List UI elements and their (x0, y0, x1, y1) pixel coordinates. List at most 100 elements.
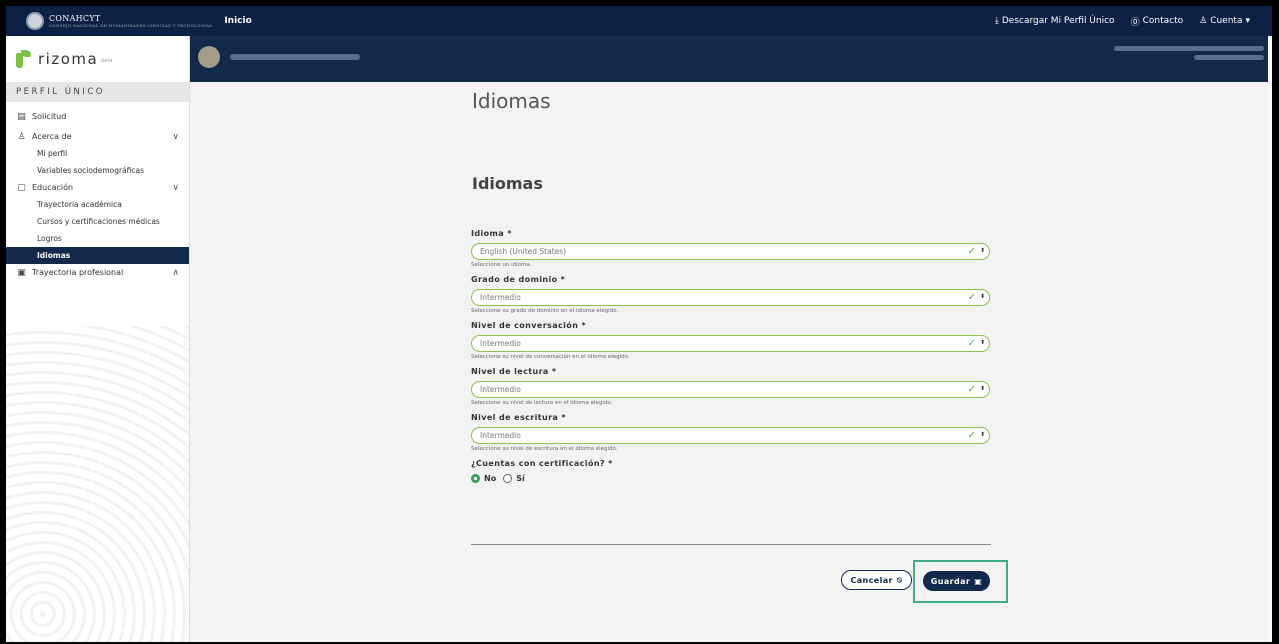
nivel-conversacion-select[interactable]: Intermedio ✓ ⬍ (471, 335, 990, 352)
helper-text: Seleccione su nivel de escritura en el i… (471, 446, 618, 452)
chevron-down-icon: ∨ (172, 131, 179, 142)
user-icon: ♙ (1199, 16, 1208, 26)
check-icon: ✓ (967, 430, 976, 441)
save-button-label: Guardar (930, 576, 971, 586)
language-form: Idioma * English (United States) ✓ ⬍ Sel… (471, 229, 994, 483)
download-profile-link[interactable]: ⤓ Descargar Mi Perfil Único (995, 16, 1115, 26)
radio-no[interactable] (471, 474, 480, 483)
field-label: Grado de dominio * (471, 275, 566, 284)
check-icon: ✓ (967, 338, 976, 349)
sort-arrows-icon: ⬍ (979, 293, 985, 300)
sidebar-item-label: Solicitud (32, 112, 67, 121)
field-nivel-conversacion: Nivel de conversación * Intermedio ✓ ⬍ S… (471, 321, 994, 363)
cancel-button[interactable]: Cancelar ⦸ (841, 570, 912, 590)
sidebar-background-pattern (6, 326, 189, 642)
chevron-up-icon: ∧ (172, 267, 179, 278)
form-divider (471, 544, 991, 545)
book-icon: ▢ (17, 182, 26, 193)
sidebar-item-trayectoria-profesional[interactable]: ▣ Trayectoria profesional ∧ (6, 264, 189, 281)
select-value: Intermedio (480, 385, 521, 394)
brand-subtitle: CONSEJO NACIONAL DE HUMANIDADES CIENCIAS… (49, 22, 213, 28)
page-title: Idiomas (472, 89, 551, 113)
caret-down-icon: ▾ (1245, 16, 1250, 26)
sort-arrows-icon: ⬍ (979, 339, 985, 346)
user-info-redacted (1114, 46, 1264, 51)
field-label: Nivel de lectura * (471, 367, 557, 376)
account-label: Cuenta (1210, 16, 1243, 26)
field-label: Nivel de escritura * (471, 413, 566, 422)
avatar (198, 46, 220, 68)
radio-si-label[interactable]: Sí (516, 474, 525, 483)
sidebar-item-solicitud[interactable]: ▤ Solicitud (6, 108, 189, 125)
field-idioma: Idioma * English (United States) ✓ ⬍ Sel… (471, 229, 994, 271)
top-navbar: CONAHCYT CONSEJO NACIONAL DE HUMANIDADES… (6, 6, 1272, 36)
rizoma-logo[interactable]: rizoma beta (6, 36, 189, 82)
seal-icon (26, 12, 44, 30)
select-value: English (United States) (480, 247, 567, 256)
rizoma-leaf-icon (16, 50, 32, 68)
page-scrollbar[interactable] (1268, 36, 1272, 642)
sidebar-item-cursos[interactable]: Cursos y certificaciones médicas (6, 213, 189, 230)
nivel-escritura-select[interactable]: Intermedio ✓ ⬍ (471, 427, 990, 444)
radio-no-label[interactable]: No (484, 474, 496, 483)
nivel-lectura-select[interactable]: Intermedio ✓ ⬍ (471, 381, 990, 398)
field-label: Idioma * (471, 229, 512, 238)
sidebar-item-trayectoria-academica[interactable]: Trayectoria académica (6, 196, 189, 213)
helper-text: Seleccione su nivel de lectura en el idi… (471, 400, 613, 406)
download-icon: ⤓ (994, 16, 999, 26)
select-value: Intermedio (480, 431, 521, 440)
briefcase-icon: ▣ (17, 267, 26, 278)
helper-text: Seleccione su grado de dominio en el idi… (471, 308, 619, 314)
rizoma-logo-text: rizoma (38, 50, 99, 68)
user-icon: ♙ (17, 131, 26, 142)
sidebar-item-educacion[interactable]: ▢ Educación ∨ (6, 179, 189, 196)
chevron-down-icon: ∨ (172, 182, 179, 193)
contact-label: Contacto (1142, 16, 1184, 26)
certificacion-radio-group: No Sí (471, 474, 994, 483)
cancel-button-label: Cancelar (850, 575, 893, 585)
sidebar-item-label: Acerca de (32, 132, 72, 141)
field-certificacion: ¿Cuentas con certificación? * No Sí (471, 459, 994, 483)
sort-arrows-icon: ⬍ (979, 247, 985, 254)
sidebar-item-mi-perfil[interactable]: Mi perfil (6, 145, 189, 162)
helper-text: Seleccione su nivel de conversación en e… (471, 354, 630, 360)
sort-arrows-icon: ⬍ (979, 385, 985, 392)
sidebar-item-logros[interactable]: Logros (6, 230, 189, 247)
document-icon: ▤ (17, 111, 26, 122)
nav-inicio-link[interactable]: Inicio (224, 16, 251, 26)
save-button[interactable]: Guardar ▣ (923, 571, 990, 591)
sidebar-section-title: PERFIL ÚNICO (6, 82, 189, 102)
sidebar-item-label: Educación (32, 183, 74, 192)
sidebar-item-variables[interactable]: Variables sociodemográficas (6, 162, 189, 179)
field-label: ¿Cuentas con certificación? * (471, 459, 613, 468)
user-header (190, 36, 1272, 82)
radio-si[interactable] (503, 474, 513, 483)
download-profile-label: Descargar Mi Perfil Único (1001, 16, 1115, 26)
check-icon: ✓ (967, 246, 976, 257)
check-icon: ✓ (967, 384, 976, 395)
idioma-select[interactable]: English (United States) ✓ ⬍ (471, 243, 990, 260)
section-title: Idiomas (472, 174, 543, 193)
check-icon: ✓ (967, 292, 976, 303)
conahcyt-logo[interactable]: CONAHCYT CONSEJO NACIONAL DE HUMANIDADES… (26, 12, 212, 30)
helper-text: Seleccione un idioma. (471, 262, 532, 268)
sidebar-menu: ▤ Solicitud ♙ Acerca de ∨ Mi perfil Vari… (6, 102, 189, 281)
sidebar-item-acerca-de[interactable]: ♙ Acerca de ∨ (6, 128, 189, 145)
contact-link[interactable]: ⓪ Contacto (1131, 15, 1184, 28)
help-circle-icon: ⓪ (1130, 17, 1140, 28)
sort-arrows-icon: ⬍ (979, 431, 985, 438)
cancel-icon: ⦸ (896, 575, 903, 584)
user-name-redacted (230, 54, 360, 60)
save-icon: ▣ (974, 576, 983, 586)
user-info-redacted (1194, 55, 1264, 60)
rizoma-logo-badge: beta (101, 58, 113, 64)
select-value: Intermedio (480, 339, 521, 348)
account-menu[interactable]: ♙ Cuenta ▾ (1199, 16, 1250, 26)
grado-dominio-select[interactable]: Intermedio ✓ ⬍ (471, 289, 990, 306)
field-label: Nivel de conversación * (471, 321, 587, 330)
field-nivel-lectura: Nivel de lectura * Intermedio ✓ ⬍ Selecc… (471, 367, 994, 409)
app-window: CONAHCYT CONSEJO NACIONAL DE HUMANIDADES… (6, 6, 1272, 642)
sidebar-item-idiomas[interactable]: Idiomas (6, 247, 189, 264)
main-content: Idiomas Idiomas Idioma * English (United… (190, 82, 1272, 642)
field-grado-dominio: Grado de dominio * Intermedio ✓ ⬍ Selecc… (471, 275, 994, 317)
